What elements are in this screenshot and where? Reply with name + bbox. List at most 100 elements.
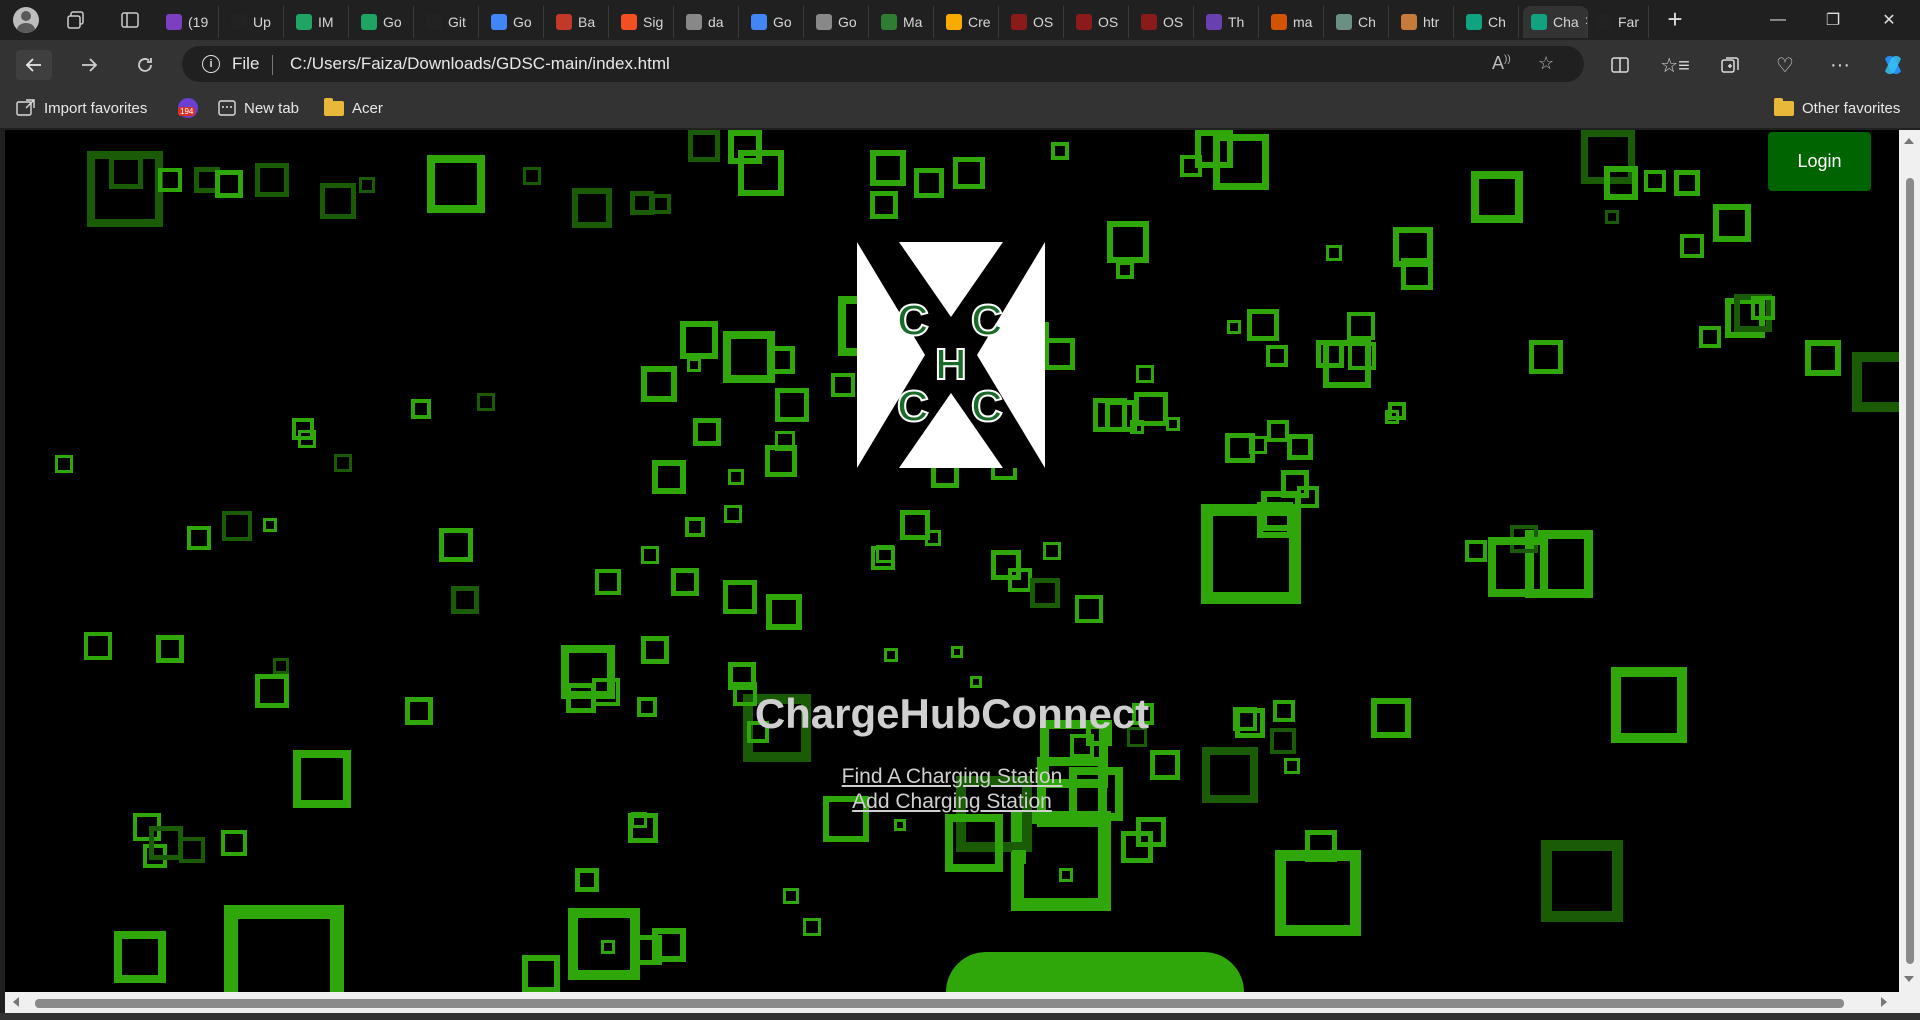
bottom-action-button[interactable] — [946, 952, 1244, 992]
split-screen-icon[interactable] — [1605, 50, 1635, 80]
tab-label: Th — [1228, 14, 1245, 30]
favorite-badge-link[interactable]: 194 — [178, 97, 198, 119]
background-square — [273, 658, 289, 674]
favorites-icon[interactable]: ☆≡ — [1660, 50, 1690, 80]
find-station-link[interactable]: Find A Charging Station — [5, 764, 1899, 789]
copilot-icon[interactable] — [1878, 50, 1908, 80]
back-button[interactable] — [16, 50, 52, 80]
scroll-up-arrow-icon[interactable] — [1904, 138, 1914, 144]
background-square — [1093, 398, 1127, 432]
browser-essentials-icon[interactable]: ♡ — [1770, 50, 1800, 80]
browser-tab[interactable]: Far — [1588, 6, 1649, 38]
other-favorites-folder[interactable]: Other favorites — [1774, 97, 1900, 119]
new-tab-favorite[interactable]: New tab — [218, 97, 299, 119]
import-favorites-link[interactable]: Import favorites — [16, 97, 147, 119]
file-icon — [816, 14, 832, 30]
background-square — [632, 935, 662, 965]
browser-tab[interactable]: (19 — [158, 6, 219, 38]
minimize-button[interactable]: — — [1755, 4, 1801, 36]
background-square — [1347, 312, 1375, 340]
scroll-right-arrow-icon[interactable] — [1881, 997, 1887, 1007]
collections-icon[interactable] — [1715, 50, 1745, 80]
scroll-down-arrow-icon[interactable] — [1904, 976, 1914, 982]
site-info-icon[interactable]: i — [202, 55, 220, 73]
tab-label: Git — [448, 14, 466, 30]
background-square — [114, 931, 166, 983]
address-url[interactable]: C:/Users/Faiza/Downloads/GDSC-main/index… — [290, 54, 670, 74]
tab-actions-icon[interactable] — [116, 6, 144, 34]
scroll-left-arrow-icon[interactable] — [13, 997, 19, 1007]
workspaces-icon[interactable] — [62, 6, 90, 34]
other-favorites-label: Other favorites — [1802, 99, 1901, 117]
favorites-bar: Import favorites 194 New tab Acer Other … — [0, 88, 1920, 128]
background-square — [595, 569, 621, 595]
browser-tab[interactable]: Ch — [1458, 6, 1519, 38]
browser-tab[interactable]: Up — [223, 6, 284, 38]
favorite-star-icon[interactable]: ☆ — [1538, 53, 1554, 74]
browser-tab[interactable]: Cre — [938, 6, 999, 38]
browser-tab[interactable]: ma — [1263, 6, 1324, 38]
horizontal-scrollbar[interactable] — [5, 992, 1920, 1013]
add-station-link[interactable]: Add Charging Station — [5, 789, 1899, 814]
browser-tab[interactable]: Ba — [548, 6, 609, 38]
background-square — [179, 837, 205, 863]
address-bar[interactable]: i File C:/Users/Faiza/Downloads/GDSC-mai… — [182, 46, 1584, 82]
background-square — [687, 358, 701, 372]
tab-label: da — [708, 14, 724, 30]
browser-tab[interactable]: Go — [353, 6, 414, 38]
browser-tab[interactable]: Go — [743, 6, 804, 38]
browser-tab[interactable]: htr — [1393, 6, 1454, 38]
drive-icon — [361, 14, 377, 30]
m-icon — [881, 14, 897, 30]
browser-tab[interactable]: OS — [1068, 6, 1129, 38]
background-square — [870, 150, 906, 186]
background-square — [1674, 170, 1700, 196]
background-square — [523, 167, 541, 185]
forward-button[interactable] — [74, 50, 104, 80]
browser-tab[interactable]: OS — [1003, 6, 1064, 38]
settings-more-icon[interactable]: ··· — [1825, 50, 1855, 80]
read-aloud-icon[interactable]: A)) — [1492, 53, 1511, 74]
refresh-button[interactable] — [130, 50, 160, 80]
background-square — [680, 321, 718, 359]
background-square — [222, 511, 252, 541]
browser-tab[interactable]: Th — [1198, 6, 1259, 38]
pdf-icon — [556, 14, 572, 30]
close-window-button[interactable]: ✕ — [1866, 4, 1912, 36]
acer-folder[interactable]: Acer — [324, 97, 383, 119]
background-square — [738, 150, 784, 196]
browser-tab[interactable]: Go — [808, 6, 869, 38]
background-square — [1247, 309, 1279, 341]
login-button[interactable]: Login — [1768, 132, 1871, 191]
browser-tab[interactable]: IM — [288, 6, 349, 38]
browser-tab[interactable]: Git — [418, 6, 479, 38]
background-square — [298, 430, 316, 448]
horizontal-scroll-thumb[interactable] — [35, 999, 1844, 1008]
vertical-scroll-thumb[interactable] — [1906, 178, 1914, 964]
browser-tab[interactable]: da — [678, 6, 739, 38]
site-title: ChargeHubConnect — [754, 690, 1150, 737]
browser-tab[interactable]: Ch — [1328, 6, 1389, 38]
background-square — [970, 676, 982, 688]
background-square — [1249, 436, 1267, 454]
tab-label: Ba — [578, 14, 596, 30]
browser-tab[interactable]: Sig — [613, 6, 674, 38]
vertical-scrollbar[interactable] — [1899, 130, 1920, 992]
new-tab-button[interactable]: + — [1661, 6, 1689, 34]
background-square — [870, 191, 898, 219]
background-square — [451, 586, 479, 614]
browser-tab[interactable]: Cha× — [1523, 6, 1588, 38]
tab-label: htr — [1423, 14, 1440, 30]
browser-tab[interactable]: Go — [483, 6, 544, 38]
file-icon — [686, 14, 702, 30]
browser-tab[interactable]: Ma — [873, 6, 934, 38]
background-square — [1121, 831, 1153, 863]
background-square — [671, 568, 699, 596]
tab-label: Go — [513, 14, 532, 30]
profile-avatar-icon[interactable] — [12, 6, 40, 34]
background-square — [1136, 365, 1154, 383]
background-square — [1605, 210, 1619, 224]
browser-tab[interactable]: OS — [1133, 6, 1194, 38]
background-square — [884, 648, 898, 662]
restore-button[interactable]: ❐ — [1810, 4, 1856, 36]
